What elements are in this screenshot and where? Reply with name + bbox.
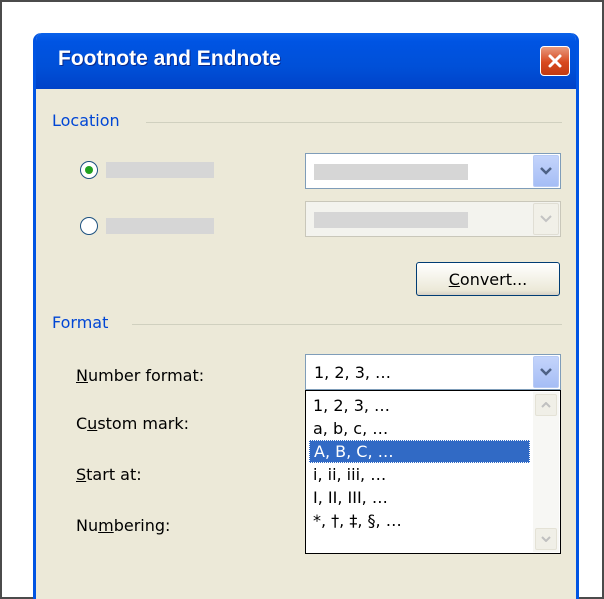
footnote-location-dropdown-button[interactable] <box>533 155 559 187</box>
close-button[interactable] <box>540 46 570 76</box>
close-x-icon <box>548 54 562 68</box>
number-format-dropdown-button[interactable] <box>533 356 559 388</box>
location-radio-footnotes[interactable] <box>80 161 98 179</box>
number-format-dropdown-list[interactable]: 1, 2, 3, … a, b, c, … A, B, C, … i, ii, … <box>305 390 561 554</box>
chevron-down-icon <box>540 368 552 376</box>
chevron-up-icon <box>541 402 551 408</box>
list-item-selected[interactable]: A, B, C, … <box>309 440 530 463</box>
footnote-location-select[interactable] <box>305 153 561 189</box>
radio-selected-dot <box>85 166 93 174</box>
endnote-location-value <box>314 212 468 228</box>
title-bar[interactable]: Footnote and Endnote <box>36 33 576 89</box>
dialog-title: Footnote and Endnote <box>58 47 281 70</box>
chevron-down-icon <box>540 215 552 223</box>
footnote-location-value <box>314 164 468 180</box>
list-item[interactable]: 1, 2, 3, … <box>309 394 530 417</box>
start-at-label: Start at: <box>76 465 142 484</box>
endnote-location-select[interactable] <box>305 201 561 237</box>
format-divider <box>132 324 562 325</box>
chevron-down-icon <box>540 167 552 175</box>
list-item[interactable]: I, II, III, … <box>309 486 530 509</box>
location-radio-endnotes[interactable] <box>80 217 98 235</box>
numbering-label: Numbering: <box>76 516 171 535</box>
location-radio-label-1 <box>106 162 214 178</box>
list-item[interactable]: *, †, ‡, §, … <box>309 509 530 532</box>
convert-button-label: Convert... <box>448 269 528 289</box>
footnote-endnote-dialog: Footnote and Endnote Location Convert...… <box>33 33 579 599</box>
endnote-location-dropdown-button[interactable] <box>533 203 559 235</box>
chevron-down-icon <box>541 536 551 542</box>
custom-mark-label: Custom mark: <box>76 414 190 433</box>
format-section-label: Format <box>52 313 109 332</box>
list-item[interactable]: i, ii, iii, … <box>309 463 530 486</box>
list-item[interactable]: a, b, c, … <box>309 417 530 440</box>
scroll-up-button[interactable] <box>535 394 557 416</box>
list-scrollbar[interactable] <box>533 392 559 552</box>
number-format-select[interactable]: 1, 2, 3, … <box>305 354 561 390</box>
location-section-label: Location <box>52 111 120 130</box>
convert-button[interactable]: Convert... <box>416 262 560 296</box>
location-radio-label-2 <box>106 218 214 234</box>
location-divider <box>146 122 562 123</box>
number-format-value: 1, 2, 3, … <box>314 363 392 382</box>
scroll-down-button[interactable] <box>535 528 557 550</box>
number-format-label: Number format: <box>76 366 205 385</box>
